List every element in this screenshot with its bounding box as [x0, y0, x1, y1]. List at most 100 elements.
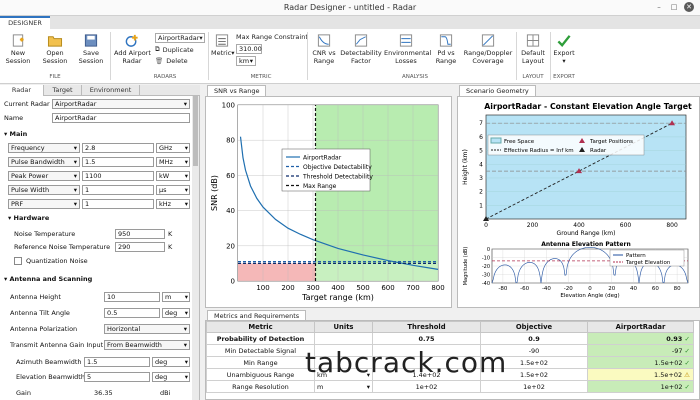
environmental-plot-icon [399, 34, 413, 47]
metric-button[interactable]: Metric▾ [211, 33, 234, 58]
metric-objective-cell[interactable]: 1e+02 [480, 380, 588, 393]
open-session-button[interactable]: Open Session [40, 33, 70, 65]
detectability-factor-button[interactable]: Detectability Factor [340, 33, 382, 65]
max-range-input[interactable]: 310.00 [236, 44, 262, 54]
azimuth-beamwidth-unit[interactable]: deg ▾ [152, 357, 190, 367]
x-tick-label: 40 [630, 286, 637, 292]
x-axis-label: Elevation Angle (deg) [560, 293, 619, 299]
elevation-beamwidth-input[interactable]: 5 [84, 372, 150, 382]
param-label-select[interactable]: Frequency ▾ [8, 143, 80, 153]
metric-group-label: METRIC [250, 74, 272, 80]
antenna-polarization-select[interactable]: Horizontal ▾ [104, 324, 190, 334]
reference-noise-input[interactable]: 290 [115, 242, 165, 252]
minimize-icon[interactable]: – [654, 2, 664, 12]
properties-scrollbar[interactable] [192, 96, 199, 400]
param-value-input[interactable]: 1100 [82, 171, 154, 181]
pd-vs-range-button[interactable]: Pd vs Range [432, 33, 460, 65]
x-tick-label: 600 [381, 284, 394, 292]
tab-designer[interactable]: DESIGNER [0, 16, 50, 29]
noise-temperature-unit: K [168, 230, 173, 238]
export-button[interactable]: Export ▾ [552, 33, 576, 65]
x-tick-label: 200 [281, 284, 294, 292]
tab-snr-vs-range[interactable]: SNR vs Range [207, 85, 267, 96]
param-value-input[interactable]: 1 [82, 199, 154, 209]
tab-environment[interactable]: Environment [82, 85, 140, 96]
param-unit-select[interactable]: kHz ▾ [156, 199, 190, 209]
metrics-header-cell: Threshold [372, 321, 481, 333]
param-label-select[interactable]: Peak Power ▾ [8, 171, 80, 181]
quantization-noise-checkbox[interactable] [14, 257, 22, 265]
metric-name-cell: Min Range [206, 356, 315, 369]
param-unit-select[interactable]: GHz ▾ [156, 143, 190, 153]
current-radar-select[interactable]: AirportRadar ▾ [52, 99, 190, 109]
elevation-beamwidth-row: Elevation Beamwidth 5 deg ▾ [0, 371, 192, 383]
snr-vs-range-panel: 100 200 300 400 500 600 700 800 0 20 40 60 80 100 Targ… [205, 96, 452, 308]
elevation-beamwidth-label: Elevation Beamwidth [16, 373, 85, 381]
x-tick-label: 200 [527, 222, 539, 229]
close-icon[interactable]: ✕ [684, 2, 694, 12]
table-row[interactable]: Range Resolution m ▾ 1e+02 1e+02 1e+02 ✓ [206, 380, 694, 393]
param-value-input[interactable]: 1 [82, 185, 154, 195]
y-tick-label: -30 [482, 273, 490, 279]
table-row[interactable]: Probability of Detection 0.75 0.9 0.93 ✓ [206, 332, 694, 345]
current-radar-dropdown[interactable]: AirportRadar ▾ [155, 33, 205, 43]
metric-icon [215, 34, 229, 47]
chevron-down-icon: ▾ [184, 358, 188, 366]
snr-chart: 100 200 300 400 500 600 700 800 0 20 40 60 80 100 Targ… [210, 102, 445, 303]
legend-swatch [490, 137, 502, 144]
default-layout-button[interactable]: Default Layout [519, 33, 547, 65]
environmental-losses-button[interactable]: Environmental Losses [384, 33, 431, 65]
param-label-select[interactable]: Pulse Bandwidth ▾ [8, 157, 80, 167]
check-icon: ✓ [684, 382, 690, 391]
save-session-button[interactable]: Save Session [76, 33, 106, 65]
max-range-constraint-label: Max Range Constraint [236, 33, 308, 41]
hardware-section-header[interactable]: ▾ Hardware [8, 214, 49, 222]
transmit-gain-select[interactable]: From Beamwidth ▾ [104, 340, 190, 350]
param-value-input[interactable]: 2.8 [82, 143, 154, 153]
metric-name-cell: Range Resolution [206, 380, 315, 393]
azimuth-beamwidth-input[interactable]: 1.5 [84, 357, 150, 367]
tab-target[interactable]: Target [44, 85, 82, 96]
metrics-header-cell: Objective [480, 321, 588, 333]
tab-radar[interactable]: Radar [0, 85, 44, 96]
metric-threshold-cell[interactable]: 0.75 [372, 332, 481, 345]
antenna-height-input[interactable]: 10 [104, 292, 160, 302]
noise-temperature-input[interactable]: 950 [115, 229, 165, 239]
metric-threshold-cell[interactable]: 1e+02 [372, 380, 481, 393]
param-unit-select[interactable]: kW ▾ [156, 171, 190, 181]
add-airport-radar-button[interactable]: Add Airport Radar [114, 33, 151, 65]
param-label-select[interactable]: Pulse Width ▾ [8, 185, 80, 195]
chevron-down-icon: ▾ [366, 382, 370, 391]
maximize-icon[interactable]: □ [669, 2, 679, 12]
cnr-vs-range-button[interactable]: CNR vs Range [310, 33, 338, 65]
param-unit-select[interactable]: µs ▾ [156, 185, 190, 195]
param-unit-select[interactable]: MHz ▾ [156, 157, 190, 167]
metrics-header-cell: Units [314, 321, 373, 333]
delete-icon: 🗑 [155, 57, 164, 65]
metric-objective-cell[interactable]: 0.9 [480, 332, 588, 345]
antenna-section-header[interactable]: ▾ Antenna and Scanning [4, 275, 92, 283]
antenna-height-unit[interactable]: m ▾ [162, 292, 190, 302]
antenna-tilt-input[interactable]: 0.5 [104, 308, 160, 318]
metric-result-cell: 1.5e+02 ✓ [587, 356, 694, 369]
range-doppler-coverage-button[interactable]: Range/Doppler Coverage [463, 33, 513, 65]
quantization-noise-label: Quantization Noise [26, 257, 88, 265]
duplicate-button[interactable]: ⧉ Duplicate [155, 45, 194, 54]
main-section-header[interactable]: ▾ Main [4, 130, 27, 138]
param-value-input[interactable]: 1.5 [82, 157, 154, 167]
metric-units-cell[interactable]: m ▾ [314, 380, 373, 393]
delete-button[interactable]: 🗑 Delete [155, 57, 188, 65]
scrollbar-thumb[interactable] [193, 96, 198, 166]
tab-scenario-geometry[interactable]: Scenario Geometry [459, 85, 536, 96]
param-label-select[interactable]: PRF ▾ [8, 199, 80, 209]
name-input[interactable]: AirportRadar [52, 113, 190, 123]
pattern-legend: PatternTarget Elevation [609, 249, 685, 267]
max-range-unit-dropdown[interactable]: km ▾ [236, 56, 256, 66]
new-session-button[interactable]: New Session [4, 33, 32, 65]
antenna-tilt-unit[interactable]: deg ▾ [162, 308, 190, 318]
legend-entry: Effective Radius = Inf km [504, 148, 574, 154]
legend-entry: Target Positions [589, 139, 633, 145]
elevation-beamwidth-unit[interactable]: deg ▾ [152, 372, 190, 382]
y-tick-label: 3 [479, 175, 483, 182]
param-row: Pulse Width ▾ 1 µs ▾ [0, 184, 192, 196]
